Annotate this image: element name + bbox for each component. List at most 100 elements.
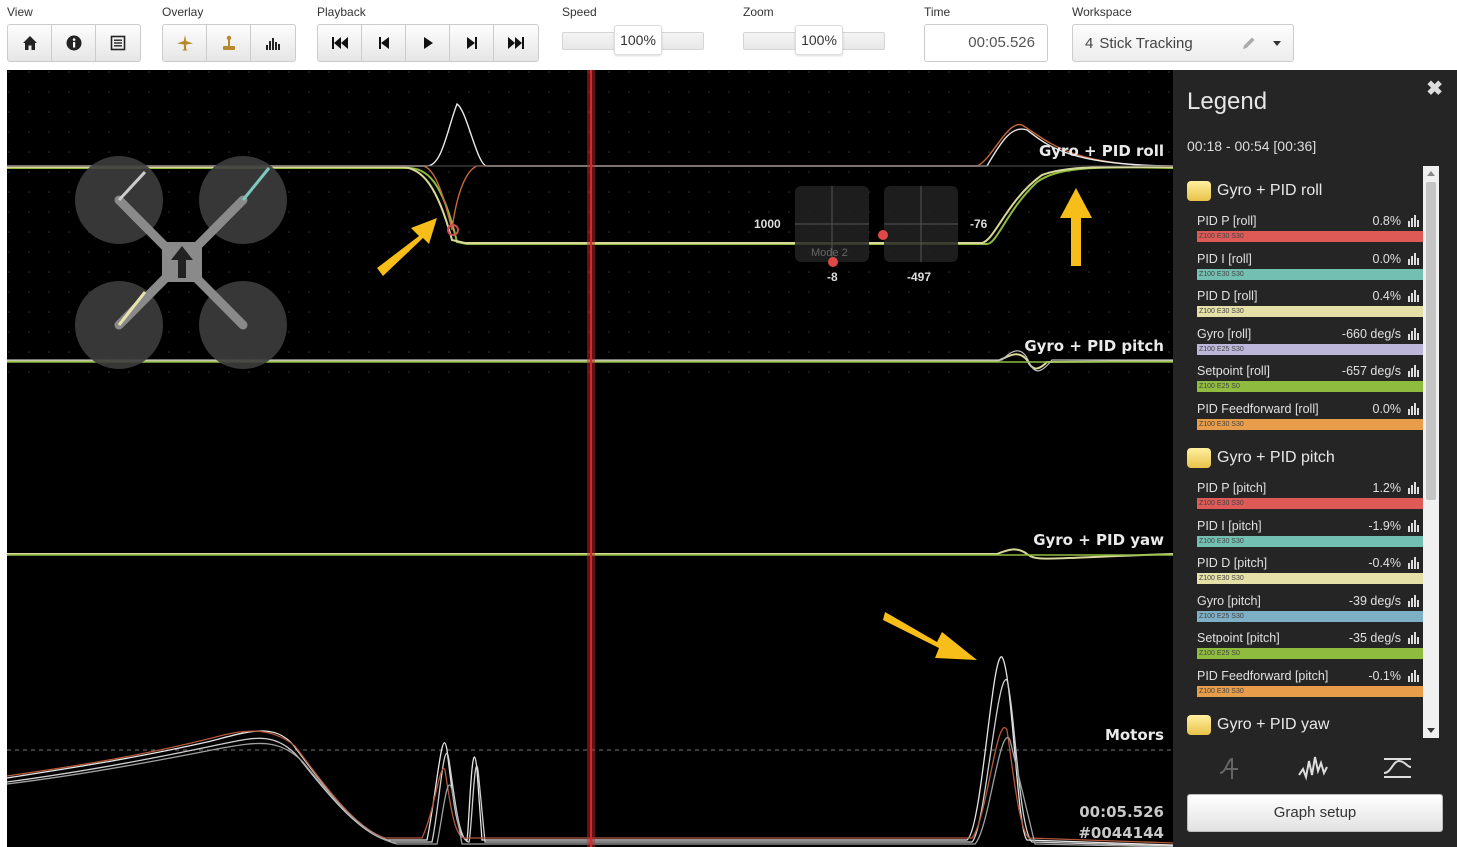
legend-field[interactable]: PID Feedforward [roll] 0.0% Z100 E30 S30 (1183, 398, 1423, 436)
spectrum-overlay-button[interactable] (251, 25, 295, 61)
field-name: PID I [pitch] (1197, 518, 1262, 533)
skip-start-icon (331, 37, 348, 49)
skip-end-icon (508, 37, 524, 49)
field-spectrum-icon[interactable] (1407, 364, 1419, 382)
field-spectrum-icon[interactable] (1407, 556, 1419, 574)
log-graph[interactable]: Gyro + PID roll Gyro + PID pitch Gyro + … (7, 70, 1173, 847)
right-stick-value: -76 (970, 217, 988, 231)
speed-slider[interactable]: 100% (562, 24, 704, 60)
overlay-label: Overlay (162, 5, 204, 19)
field-color-bar: Z100 E25 S0 (1197, 648, 1423, 659)
group-color-swatch (1187, 715, 1211, 735)
legend-field-list[interactable]: Gyro + PID roll PID P [roll] 0.8% Z100 E30 … (1183, 168, 1423, 736)
toolbar: View Overlay Playback Speed 100% Zoom 10… (0, 0, 1457, 70)
legend-field[interactable]: Gyro [roll] -660 deg/s Z100 E25 S30 (1183, 323, 1423, 361)
time-input[interactable]: 00:05.526 (924, 24, 1048, 62)
field-color-bar: Z100 E30 S30 (1197, 306, 1423, 317)
step-back-button[interactable] (362, 25, 406, 61)
field-value: 0.0% (1372, 251, 1402, 266)
pencil-icon[interactable] (1241, 35, 1257, 51)
field-spectrum-icon[interactable] (1407, 594, 1419, 612)
chevron-down-icon[interactable] (1273, 41, 1281, 46)
zoom-slider-handle[interactable]: 100% (795, 25, 843, 55)
legend-field[interactable]: Setpoint [roll] -657 deg/s Z100 E25 S0 (1183, 360, 1423, 398)
time-group: Time 00:05.526 (924, 4, 1048, 62)
field-name: Setpoint [pitch] (1197, 631, 1280, 645)
pitch-group-label: Gyro + PID pitch (1024, 337, 1164, 355)
aircraft-icon (176, 35, 193, 51)
zoom-group: Zoom 100% (743, 4, 885, 60)
stick-mode-label: Mode 2 (811, 247, 848, 259)
legend-group-name: Gyro + PID roll (1217, 182, 1323, 199)
legend-field[interactable]: PID I [roll] 0.0% Z100 E30 S30 (1183, 248, 1423, 286)
field-tag: Z100 E30 S30 (1199, 537, 1244, 545)
legend-field[interactable]: PID P [roll] 0.8% Z100 E30 S30 (1183, 210, 1423, 248)
zoom-slider[interactable]: 100% (743, 24, 885, 60)
field-value: -1.9% (1368, 518, 1401, 533)
field-color-bar: Z100 E30 S30 (1197, 573, 1423, 584)
legend-panel: ✖ Legend 00:18 - 00:54 [00:36] Gyro + PI… (1173, 70, 1457, 847)
field-spectrum-icon[interactable] (1407, 214, 1419, 232)
legend-field[interactable]: PID P [pitch] 1.2% Z100 E30 S30 (1183, 477, 1423, 515)
step-back-icon (378, 37, 389, 49)
field-spectrum-icon[interactable] (1407, 289, 1419, 307)
stick-trace-icon[interactable] (1211, 750, 1251, 786)
legend-field[interactable]: PID I [pitch] -1.9% Z100 E30 S30 (1183, 515, 1423, 553)
legend-group-header[interactable]: Gyro + PID yaw (1183, 712, 1423, 736)
field-name: PID D [pitch] (1197, 556, 1268, 570)
skip-end-button[interactable] (494, 25, 538, 61)
right-stick-dot (878, 230, 888, 240)
craft-overlay-button[interactable] (163, 25, 207, 61)
log-table-button[interactable] (96, 25, 140, 61)
scrollbar-thumb[interactable] (1426, 182, 1436, 500)
field-spectrum-icon[interactable] (1407, 252, 1419, 270)
speed-slider-handle[interactable]: 100% (614, 25, 662, 55)
field-tag: Z100 E30 S30 (1199, 233, 1244, 240)
zoom-label: Zoom (743, 5, 774, 19)
scroll-down-icon[interactable] (1427, 728, 1435, 733)
step-forward-button[interactable] (450, 25, 494, 61)
legend-field[interactable]: PID D [pitch] -0.4% Z100 E30 S30 (1183, 552, 1423, 590)
legend-field[interactable]: Setpoint [pitch] -35 deg/s Z100 E25 S0 (1183, 627, 1423, 665)
legend-field[interactable]: Gyro [pitch] -39 deg/s Z100 E25 S30 (1183, 590, 1423, 628)
field-value: 1.2% (1372, 481, 1402, 495)
field-name: PID P [pitch] (1197, 481, 1267, 495)
graph-setup-button[interactable]: Graph setup (1187, 794, 1443, 832)
view-group: View (7, 4, 141, 62)
workspace-name: Stick Tracking (1099, 34, 1193, 52)
field-spectrum-icon[interactable] (1407, 631, 1419, 649)
legend-field[interactable]: PID Feedforward [pitch] -0.1% Z100 E30 S30 (1183, 665, 1423, 703)
info-button[interactable] (52, 25, 96, 61)
legend-scrollbar[interactable] (1423, 166, 1439, 738)
field-name: PID D [roll] (1197, 289, 1258, 303)
motors-group-label: Motors (1104, 726, 1164, 744)
field-tag: Z100 E25 S30 (1199, 612, 1244, 620)
close-legend-icon[interactable]: ✖ (1426, 76, 1443, 101)
sticks-overlay-button[interactable] (207, 25, 251, 61)
play-button[interactable] (406, 25, 450, 61)
filter-trace-icon[interactable] (1377, 750, 1417, 786)
graph-canvas (7, 70, 1173, 847)
skip-start-button[interactable] (318, 25, 362, 61)
spectrum-icon (266, 38, 280, 50)
field-spectrum-icon[interactable] (1407, 481, 1419, 499)
field-value: 0.4% (1372, 289, 1402, 303)
field-tag: Z100 E25 S0 (1199, 383, 1240, 390)
legend-field[interactable]: PID D [roll] 0.4% Z100 E30 S30 (1183, 285, 1423, 323)
legend-group-header[interactable]: Gyro + PID roll (1183, 178, 1423, 204)
home-icon (22, 36, 37, 50)
home-button[interactable] (8, 25, 52, 61)
field-tag: Z100 E30 S30 (1199, 500, 1244, 507)
field-spectrum-icon[interactable] (1407, 402, 1419, 420)
noise-trace-icon[interactable] (1293, 750, 1333, 786)
scroll-up-icon[interactable] (1427, 171, 1435, 176)
field-spectrum-icon[interactable] (1407, 327, 1419, 345)
field-color-bar: Z100 E30 S30 (1197, 418, 1423, 430)
field-spectrum-icon[interactable] (1407, 519, 1419, 537)
field-spectrum-icon[interactable] (1407, 669, 1419, 687)
field-name: PID Feedforward [roll] (1197, 401, 1319, 416)
legend-group-header[interactable]: Gyro + PID pitch (1183, 445, 1423, 471)
field-name: PID Feedforward [pitch] (1197, 668, 1329, 683)
field-value: -660 deg/s (1341, 326, 1401, 341)
workspace-select[interactable]: 4 Stick Tracking (1072, 24, 1294, 62)
